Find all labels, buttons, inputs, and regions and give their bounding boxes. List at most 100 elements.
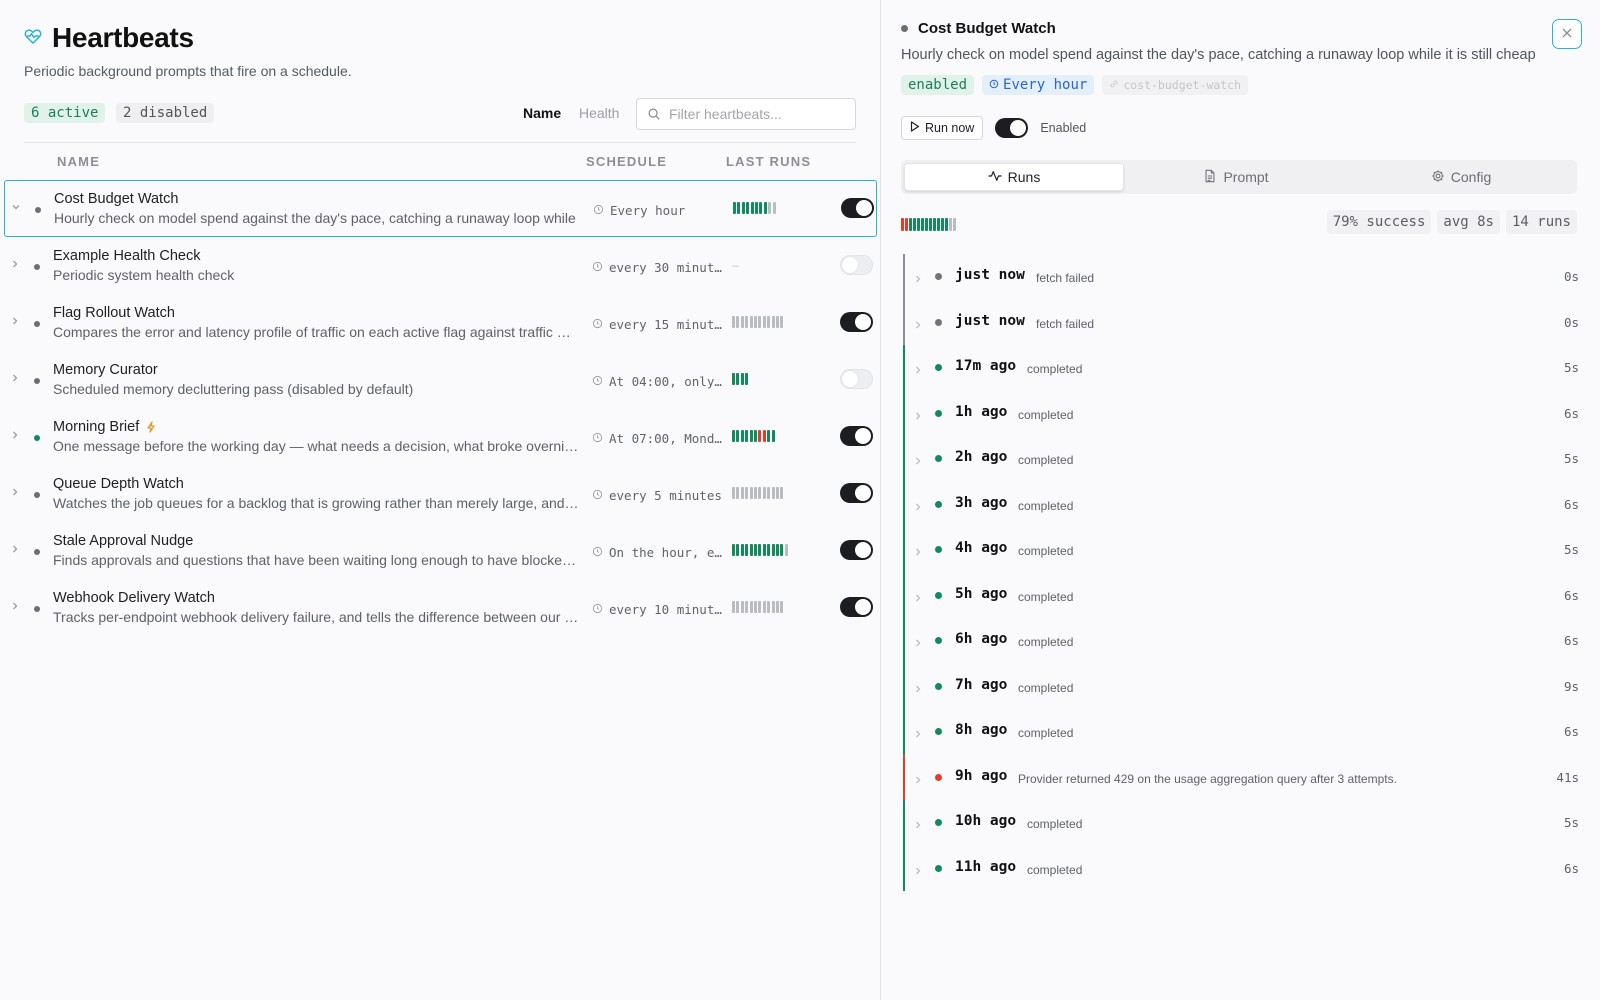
- run-time: 1h ago: [955, 403, 1008, 420]
- run-row[interactable]: just now fetch failed 0s: [903, 254, 1579, 300]
- run-row[interactable]: 17m ago completed 5s: [903, 345, 1579, 391]
- run-row[interactable]: 5h ago completed 6s: [903, 572, 1579, 618]
- chevron-right-icon[interactable]: [913, 863, 923, 874]
- run-bar-success: [771, 544, 775, 556]
- detail-title: Cost Budget Watch: [918, 20, 1056, 37]
- run-time: 9h ago: [955, 767, 1008, 784]
- chevron-right-icon[interactable]: [9, 485, 21, 497]
- tab-runs[interactable]: Runs: [904, 163, 1124, 191]
- run-bar-empty: [780, 487, 784, 499]
- run-now-button[interactable]: Run now: [901, 116, 984, 140]
- close-button[interactable]: [1552, 19, 1582, 49]
- table-row[interactable]: Flag Rollout Watch Compares the error an…: [0, 294, 880, 351]
- run-row[interactable]: 1h ago completed 6s: [903, 390, 1579, 436]
- chevron-right-icon[interactable]: [913, 772, 923, 783]
- chevron-right-icon[interactable]: [913, 590, 923, 601]
- run-bar-empty: [753, 487, 757, 499]
- run-bar-success: [921, 218, 924, 231]
- clock-icon: [989, 75, 999, 95]
- run-row[interactable]: 6h ago completed 6s: [903, 618, 1579, 664]
- run-row[interactable]: 2h ago completed 5s: [903, 436, 1579, 482]
- enable-toggle[interactable]: [840, 597, 873, 617]
- table-row[interactable]: Cost Budget Watch Hourly check on model …: [4, 180, 877, 237]
- bolt-icon: [145, 421, 157, 433]
- run-bar-empty: [762, 487, 766, 499]
- run-row[interactable]: 4h ago completed 5s: [903, 527, 1579, 573]
- run-time: just now: [955, 267, 1025, 283]
- run-bar-success: [771, 430, 775, 442]
- tab-config[interactable]: Config: [1348, 163, 1574, 191]
- heartbeat-description: One message before the working day — wha…: [53, 438, 579, 454]
- column-header-name[interactable]: NAME: [57, 154, 100, 169]
- chevron-right-icon[interactable]: [913, 408, 923, 419]
- sort-by-name-button[interactable]: Name: [523, 105, 561, 121]
- chevron-down-icon[interactable]: [10, 200, 22, 212]
- chevron-right-icon[interactable]: [913, 817, 923, 829]
- enable-toggle[interactable]: [840, 540, 873, 560]
- chevron-right-icon[interactable]: [913, 362, 923, 374]
- run-row[interactable]: 8h ago completed 6s: [903, 709, 1579, 755]
- run-bar-empty: [740, 316, 744, 328]
- clock-icon: [592, 260, 603, 275]
- enable-toggle[interactable]: [841, 198, 874, 218]
- activity-icon: [987, 169, 1002, 186]
- sort-by-health-button[interactable]: Health: [579, 105, 619, 121]
- chevron-right-icon[interactable]: [913, 635, 923, 647]
- run-bar-success: [740, 373, 744, 385]
- run-row[interactable]: just now fetch failed 0s: [903, 299, 1579, 345]
- column-header-last-runs[interactable]: LAST RUNS: [726, 154, 811, 169]
- run-bar-empty: [767, 487, 771, 499]
- table-row[interactable]: Stale Approval Nudge Finds approvals and…: [0, 522, 880, 579]
- chevron-right-icon[interactable]: [9, 371, 21, 383]
- chevron-right-icon[interactable]: [9, 428, 21, 440]
- chevron-right-icon[interactable]: [913, 499, 923, 510]
- chevron-right-icon[interactable]: [913, 544, 923, 556]
- run-bar-success: [740, 430, 744, 442]
- run-status: completed: [1027, 817, 1083, 831]
- run-row[interactable]: 10h ago completed 5s: [903, 800, 1579, 846]
- table-row[interactable]: Morning Brief One message before the wor…: [0, 408, 880, 465]
- chevron-right-icon[interactable]: [9, 542, 21, 554]
- table-row[interactable]: Memory Curator Scheduled memory declutte…: [0, 351, 880, 408]
- clock-icon: [592, 431, 603, 446]
- enable-toggle[interactable]: [840, 369, 873, 389]
- enabled-badge: enabled: [901, 75, 975, 95]
- run-row[interactable]: 11h ago completed 6s: [903, 845, 1579, 891]
- run-bar-empty: [784, 544, 788, 556]
- slug-badge[interactable]: cost-budget-watch: [1102, 75, 1249, 95]
- column-header-schedule[interactable]: SCHEDULE: [586, 154, 667, 169]
- enabled-label: Enabled: [1040, 121, 1087, 135]
- run-bar-empty: [758, 487, 762, 499]
- enable-toggle[interactable]: [840, 255, 873, 275]
- run-bar-success: [753, 430, 757, 442]
- filter-heartbeats-input[interactable]: [669, 104, 851, 124]
- run-bar-empty: [749, 487, 753, 499]
- chevron-right-icon[interactable]: [913, 271, 923, 283]
- table-row[interactable]: Example Health Check Periodic system hea…: [0, 237, 880, 294]
- run-row[interactable]: 3h ago completed 6s: [903, 481, 1579, 527]
- enabled-toggle[interactable]: [995, 118, 1029, 138]
- enable-toggle[interactable]: [840, 312, 873, 332]
- run-time: 8h ago: [955, 722, 1008, 738]
- chevron-right-icon[interactable]: [913, 453, 923, 465]
- enable-toggle[interactable]: [840, 483, 873, 503]
- chevron-right-icon[interactable]: [913, 317, 923, 328]
- table-row[interactable]: Webhook Delivery Watch Tracks per-endpoi…: [0, 579, 880, 636]
- chevron-right-icon[interactable]: [9, 257, 21, 269]
- run-row[interactable]: 9h ago Provider returned 429 on the usage…: [903, 754, 1579, 800]
- run-status: completed: [1018, 544, 1074, 558]
- tab-prompt[interactable]: Prompt: [1126, 163, 1346, 191]
- last-runs-sparkline: [732, 601, 784, 613]
- run-row[interactable]: 7h ago completed 9s: [903, 663, 1579, 709]
- active-count-chip[interactable]: 6 active: [24, 103, 106, 123]
- chevron-right-icon[interactable]: [913, 681, 923, 692]
- disabled-count-chip[interactable]: 2 disabled: [116, 103, 215, 123]
- chevron-right-icon[interactable]: [913, 726, 923, 738]
- table-row[interactable]: Queue Depth Watch Watches the job queues…: [0, 465, 880, 522]
- filter-search-box[interactable]: [636, 98, 856, 130]
- chevron-right-icon[interactable]: [9, 314, 21, 326]
- enable-toggle[interactable]: [840, 426, 873, 446]
- run-bar-empty: [745, 316, 749, 328]
- run-bar-success: [736, 544, 740, 556]
- chevron-right-icon[interactable]: [9, 599, 21, 611]
